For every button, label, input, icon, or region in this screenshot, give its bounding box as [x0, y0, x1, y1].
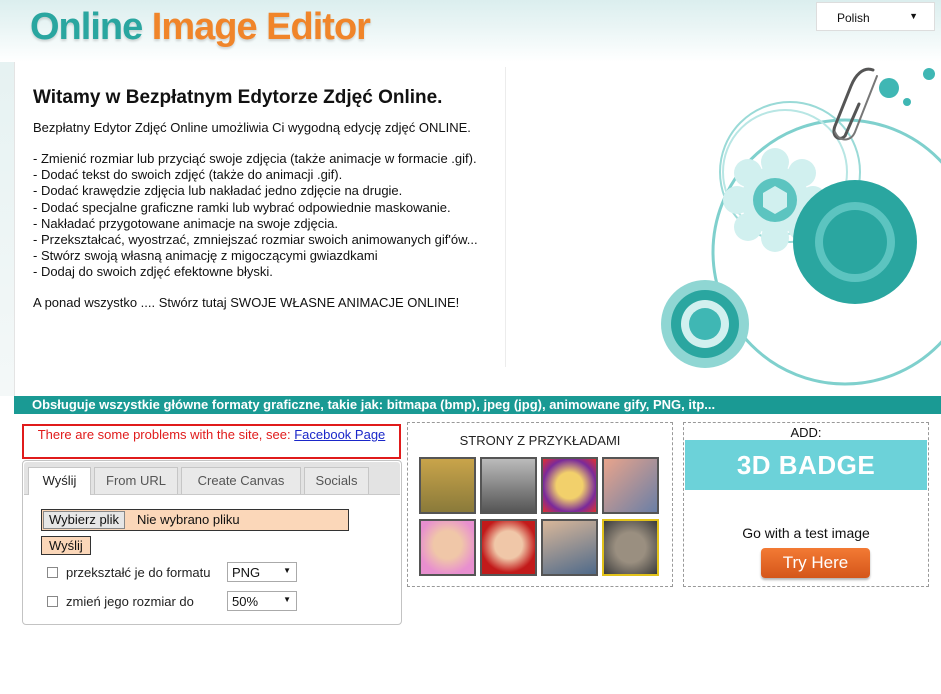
- feature-item: - Zmienić rozmiar lub przyciąć swoje zdj…: [33, 151, 477, 166]
- hero-intro: Bezpłatny Edytor Zdjęć Online umożliwia …: [33, 120, 471, 135]
- dropdown-arrow-icon: ▼: [283, 566, 291, 575]
- examples-box: STRONY Z PRZYKŁADAMI: [407, 422, 673, 587]
- example-thumbnail-2[interactable]: [480, 457, 537, 514]
- tab-upload[interactable]: Wyślij: [28, 467, 91, 495]
- upload-tabs: Wyślij From URL Create Canvas Socials: [24, 462, 400, 495]
- language-select[interactable]: Polish ▼: [816, 2, 935, 31]
- supported-formats-bar: Obsługuje wszystkie główne formaty grafi…: [14, 396, 941, 414]
- convert-format-label: przekształć je do formatu: [66, 565, 211, 580]
- decorative-circles-artwork: [661, 67, 941, 386]
- example-thumbnail-6[interactable]: [480, 519, 537, 576]
- upload-submit-button[interactable]: Wyślij: [41, 536, 91, 555]
- logo-part-image-editor: Image Editor: [151, 6, 371, 48]
- feature-list: - Zmienić rozmiar lub przyciąć swoje zdj…: [33, 151, 478, 281]
- language-value: Polish: [837, 11, 870, 25]
- example-thumbnail-3[interactable]: [541, 457, 598, 514]
- tab-create-canvas[interactable]: Create Canvas: [181, 467, 301, 494]
- ad-title: ADD:: [790, 425, 822, 440]
- no-file-chosen-text: Nie wybrano pliku: [137, 512, 240, 527]
- feature-item: - Przekształcać, wyostrzać, zmniejszać r…: [33, 232, 478, 248]
- feature-item: - Dodać tekst do swoich zdjęć (także do …: [33, 167, 343, 183]
- upload-panel: Wyślij From URL Create Canvas Socials Wy…: [22, 460, 402, 625]
- site-logo[interactable]: Online Image Editor: [30, 6, 371, 49]
- feature-item: - Dodać specjalne graficzne ramki lub wy…: [33, 199, 451, 215]
- example-thumbnail-7[interactable]: [541, 519, 598, 576]
- hero-section: Witamy w Bezpłatnym Edytorze Zdjęć Onlin…: [14, 62, 941, 396]
- example-thumbnail-4[interactable]: [602, 457, 659, 514]
- tab-from-url[interactable]: From URL: [94, 467, 178, 494]
- logo-part-online: Online: [30, 6, 143, 48]
- notice-text: There are some problems with the site, s…: [37, 427, 295, 442]
- resize-checkbox[interactable]: [47, 596, 58, 607]
- try-here-button[interactable]: Try Here: [761, 548, 870, 578]
- facebook-page-link[interactable]: Facebook Page: [294, 427, 385, 442]
- resize-select[interactable]: 50% ▼: [227, 591, 297, 611]
- page-title: Witamy w Bezpłatnym Edytorze Zdjęć Onlin…: [33, 87, 443, 108]
- test-image-text: Go with a test image: [742, 525, 870, 541]
- hero-outro: A ponad wszystko .... Stwórz tutaj SWOJE…: [33, 295, 460, 310]
- hero-side-strip: [0, 62, 14, 396]
- convert-format-checkbox[interactable]: [47, 567, 58, 578]
- format-select[interactable]: PNG ▼: [227, 562, 297, 582]
- file-input[interactable]: Wybierz plik Nie wybrano pliku: [41, 509, 349, 531]
- example-thumbnail-8[interactable]: [602, 519, 659, 576]
- example-thumbnail-5[interactable]: [419, 519, 476, 576]
- format-select-value: PNG: [232, 565, 261, 580]
- tab-socials[interactable]: Socials: [304, 467, 369, 494]
- badge-maker-banner[interactable]: 3D BADGE MAKER: [685, 440, 927, 530]
- example-thumbnail-1[interactable]: [419, 457, 476, 514]
- hero-divider: [505, 67, 506, 367]
- ad-box: ADD: 3D BADGE MAKER Go with a test image…: [683, 422, 929, 587]
- dropdown-arrow-icon: ▼: [909, 11, 918, 21]
- feature-item: - Dodać krawędzie zdjęcia lub nakładać j…: [33, 183, 403, 199]
- resize-select-value: 50%: [232, 594, 259, 609]
- examples-title: STRONY Z PRZYKŁADAMI: [459, 433, 621, 448]
- site-problems-notice: There are some problems with the site, s…: [22, 424, 401, 459]
- resize-label: zmień jego rozmiar do: [66, 594, 194, 609]
- dropdown-arrow-icon: ▼: [283, 595, 291, 604]
- feature-item: - Nakładać przygotowane animacje na swoj…: [33, 215, 338, 231]
- feature-item: - Dodaj do swoich zdjęć efektowne błyski…: [33, 264, 273, 280]
- header: Online Image Editor Polish ▼: [0, 0, 941, 62]
- feature-item: - Stwórz swoją własną animację z migoczą…: [33, 248, 378, 264]
- choose-file-button[interactable]: Wybierz plik: [43, 511, 125, 529]
